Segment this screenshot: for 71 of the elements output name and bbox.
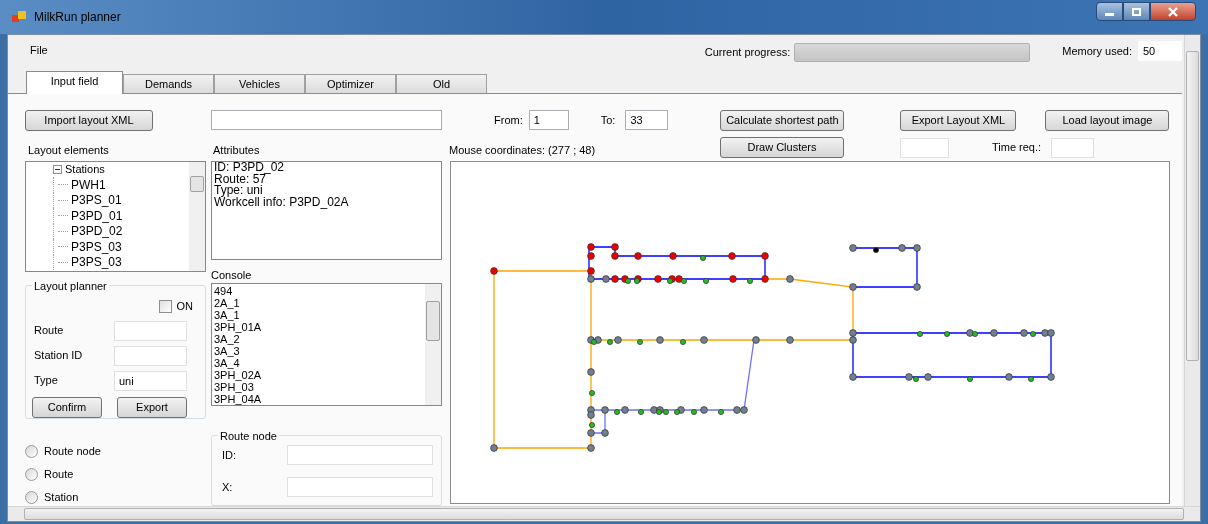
field-label: Station ID <box>33 348 84 364</box>
collapse-icon[interactable] <box>53 165 62 174</box>
attribute-line: Type: uni <box>214 185 264 197</box>
tree-item[interactable]: P3PS_03 <box>71 253 122 271</box>
memory-field[interactable]: 50 <box>1138 41 1182 61</box>
field-label: Type <box>33 373 59 389</box>
console-line: 3A_4 <box>214 356 241 369</box>
attribute-line: Route: 57 <box>214 173 267 185</box>
radio-button[interactable] <box>25 467 38 481</box>
console-line: 3A_1 <box>214 308 241 321</box>
console-line: 3PH_02A <box>214 368 263 381</box>
draw-clusters-button[interactable]: Draw Clusters <box>720 137 844 158</box>
mouse-coordinates: Mouse coordinates: (277 ; 48) <box>449 142 597 158</box>
attribute-line: Workcell info: P3PD_02A <box>214 196 350 208</box>
console-line: 3PH_01A <box>214 320 263 333</box>
checkbox[interactable] <box>158 299 172 313</box>
tree-item[interactable]: PWH1 <box>71 175 106 194</box>
section-label: Console <box>211 267 253 282</box>
vertical-scrollbar[interactable] <box>1184 35 1200 506</box>
console-line: 2A_1 <box>214 296 241 309</box>
scrollbar[interactable] <box>425 283 441 405</box>
input-field[interactable]: uni <box>114 370 187 391</box>
checkbox-label: ON <box>176 298 193 314</box>
field-label: ID: <box>221 447 238 463</box>
button[interactable]: Export <box>117 397 187 418</box>
attribute-line: ID: P3PD_02 <box>214 162 286 174</box>
to-field[interactable]: 33 <box>625 110 669 130</box>
field-label: X: <box>221 479 234 495</box>
from-label: From: <box>494 112 523 128</box>
radio-label: Route <box>44 466 74 482</box>
scrollbar[interactable] <box>189 162 205 271</box>
console-line: 3A_3 <box>214 344 241 357</box>
calculate-button[interactable]: Calculate shortest path <box>720 109 845 131</box>
tab[interactable]: Old <box>396 74 487 93</box>
console-line: 3PH_04A <box>214 392 263 405</box>
tree-item[interactable]: Stations <box>65 162 105 178</box>
to-label: To: <box>600 112 616 128</box>
console-line: 3A_2 <box>214 332 240 345</box>
app-icon <box>12 11 26 23</box>
horizontal-scrollbar[interactable] <box>8 506 1200 521</box>
radio-label: Station <box>44 489 79 505</box>
load-image-button[interactable]: Load layout image <box>1045 109 1170 131</box>
tree-view[interactable]: Stations PWH1 P3PS_01 P3PD_01 P3PD_02 P3PS_03 P3PS_03 <box>25 161 206 272</box>
radio-button[interactable] <box>25 490 38 504</box>
radio-button[interactable] <box>25 444 38 458</box>
import-button[interactable]: Import layout XML <box>25 109 153 131</box>
tab[interactable]: Demands <box>123 74 214 93</box>
time-label: Time req.: <box>992 140 1042 156</box>
tab[interactable]: Vehicles <box>214 74 305 93</box>
button[interactable]: Confirm <box>32 397 102 418</box>
field-label: Route <box>33 323 65 339</box>
console-line: 3PH_03 <box>214 380 254 393</box>
from-field[interactable]: 1 <box>528 110 569 130</box>
section-label: Attributes <box>213 142 261 158</box>
radio-label: Route node <box>44 443 101 459</box>
maximize-button[interactable] <box>1123 2 1150 21</box>
close-button[interactable] <box>1150 2 1196 21</box>
progress-label: Current progress: <box>704 45 791 61</box>
section-label: Layout elements <box>28 142 110 158</box>
window-title: MilkRun planner <box>34 9 121 26</box>
canvas[interactable] <box>450 161 1170 504</box>
time-field[interactable] <box>1051 137 1095 158</box>
tab[interactable]: Optimizer <box>305 74 396 93</box>
memory-label: Memory used: <box>1062 43 1132 59</box>
input-field[interactable] <box>211 110 442 130</box>
minimize-button[interactable] <box>1096 2 1123 21</box>
tab[interactable]: Input field <box>26 71 123 94</box>
export-button[interactable]: Export Layout XML <box>900 109 1017 131</box>
menu-item[interactable]: File <box>30 42 48 59</box>
console-line: 494 <box>214 284 234 297</box>
close-icon <box>1168 6 1178 17</box>
